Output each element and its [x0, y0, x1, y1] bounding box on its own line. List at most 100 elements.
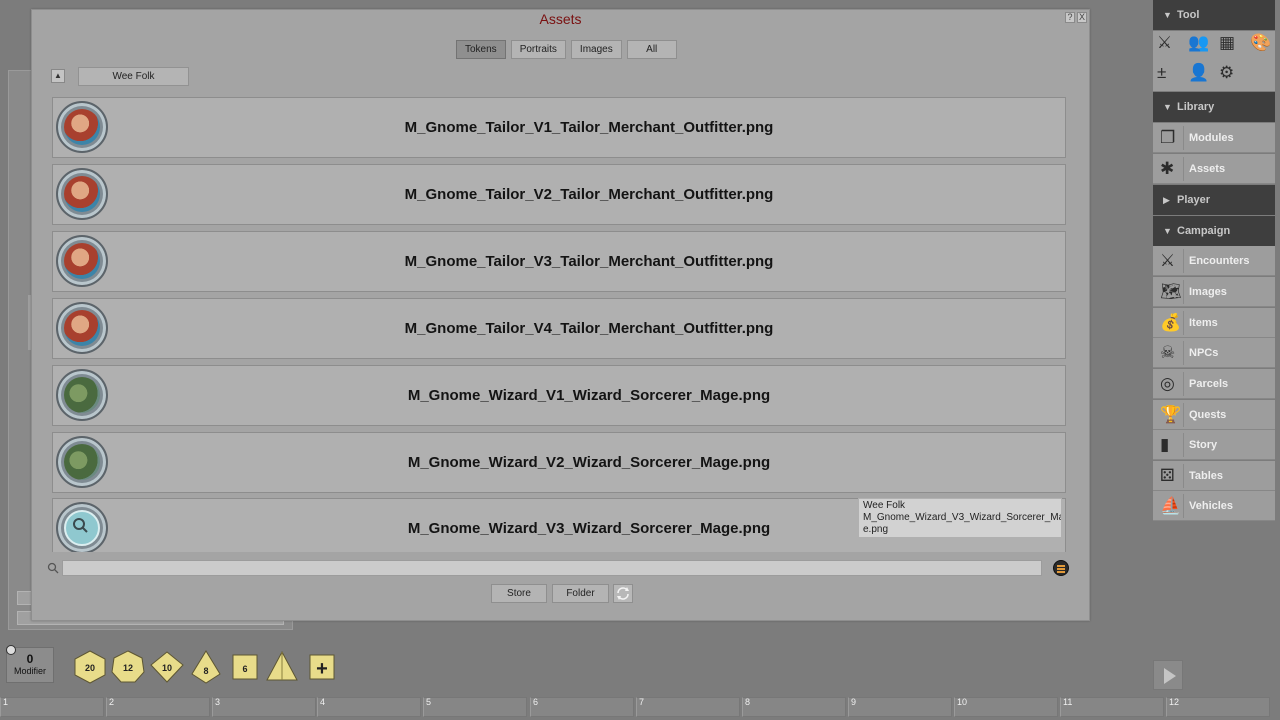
- player-section-header[interactable]: ▶ Player: [1153, 185, 1275, 215]
- modules-icon: ❐: [1156, 126, 1184, 150]
- search-icon: [47, 562, 59, 574]
- token-thumbnail: [56, 502, 108, 552]
- asset-row[interactable]: M_Gnome_Tailor_V1_Tailor_Merchant_Outfit…: [52, 97, 1066, 158]
- sidebar-item-items[interactable]: 💰 Items: [1153, 308, 1275, 338]
- bag-icon: 💰: [1156, 311, 1184, 335]
- hotkey-slot[interactable]: 8: [742, 697, 846, 717]
- hotkey-slot[interactable]: 4: [317, 697, 421, 717]
- hotkey-slot[interactable]: 7: [636, 697, 740, 717]
- token-thumbnail: [56, 101, 108, 153]
- token-thumbnail: [56, 436, 108, 488]
- party-icon[interactable]: 👥: [1184, 31, 1214, 61]
- asset-name: M_Gnome_Tailor_V1_Tailor_Merchant_Outfit…: [404, 119, 774, 136]
- d20-icon[interactable]: 20: [73, 650, 107, 684]
- play-button[interactable]: [1153, 660, 1183, 690]
- asset-name: M_Gnome_Wizard_V2_Wizard_Sorcerer_Mage.p…: [407, 454, 771, 471]
- d4-icon[interactable]: [265, 650, 299, 684]
- coins-icon: ◎: [1156, 372, 1184, 396]
- close-button[interactable]: X: [1077, 12, 1087, 23]
- search-input[interactable]: [62, 560, 1042, 576]
- book-icon: ▮: [1156, 433, 1184, 457]
- palette-icon[interactable]: 🎨: [1246, 31, 1276, 61]
- calendar-icon[interactable]: ▦: [1215, 31, 1245, 61]
- asset-row[interactable]: M_Gnome_Wizard_V1_Wizard_Sorcerer_Mage.p…: [52, 365, 1066, 426]
- hotkey-slot[interactable]: 10: [954, 697, 1058, 717]
- sidebar-item-parcels[interactable]: ◎ Parcels: [1153, 369, 1275, 399]
- sidebar-item-tables[interactable]: ⚄ Tables: [1153, 461, 1275, 491]
- hotkey-number: 2: [109, 697, 115, 707]
- sidebar-item-label: Quests: [1189, 409, 1227, 421]
- hotkey-bar: 1 2 3 4 5 6 7 8 9 10 11 12: [0, 697, 1280, 720]
- tooltip-line: e.png: [863, 524, 889, 535]
- d12-icon[interactable]: 12: [111, 650, 145, 684]
- tool-section-header[interactable]: ▼ Tool: [1153, 0, 1275, 30]
- sidebar-item-quests[interactable]: 🏆 Quests: [1153, 400, 1275, 430]
- hotkey-slot[interactable]: 11: [1060, 697, 1164, 717]
- section-label: Tool: [1177, 9, 1200, 21]
- d6-icon[interactable]: 6: [229, 650, 263, 684]
- puzzle-icon: ✱: [1156, 157, 1184, 181]
- tab-portraits[interactable]: Portraits: [510, 40, 566, 59]
- map-icon: 🗺: [1156, 280, 1184, 304]
- section-label: Player: [1177, 194, 1211, 206]
- sidebar-item-modules[interactable]: ❐ Modules: [1153, 123, 1275, 153]
- chalice-icon: 🏆: [1156, 403, 1184, 427]
- settings-gear-icon[interactable]: [6, 645, 16, 655]
- dice-icon: ⚄: [1156, 464, 1184, 488]
- asset-name: M_Gnome_Tailor_V2_Tailor_Merchant_Outfit…: [404, 186, 774, 203]
- sidebar-item-label: Story: [1189, 439, 1218, 451]
- asset-row[interactable]: M_Gnome_Wizard_V2_Wizard_Sorcerer_Mage.p…: [52, 432, 1066, 493]
- hotkey-number: 7: [639, 697, 645, 707]
- asset-type-tabs: Tokens Portraits Images All: [456, 40, 677, 59]
- tab-tokens[interactable]: Tokens: [456, 40, 506, 59]
- hotkey-number: 9: [851, 697, 857, 707]
- sidebar-item-label: Assets: [1189, 163, 1226, 175]
- hotkey-slot[interactable]: 2: [106, 697, 210, 717]
- hotkey-slot[interactable]: 3: [212, 697, 316, 717]
- folder-path-button[interactable]: Wee Folk: [78, 67, 189, 86]
- tool-grid: ⚔ 👥 ▦ 🎨 ± 👤 ⚙: [1153, 31, 1275, 91]
- assets-window: Assets ? X Tokens Portraits Images All ▲…: [31, 9, 1090, 621]
- hotkey-number: 12: [1169, 697, 1180, 707]
- add-dice-icon[interactable]: +: [305, 650, 339, 684]
- filter-menu-icon[interactable]: [1053, 560, 1069, 576]
- hotkey-slot[interactable]: 1: [0, 697, 104, 717]
- library-section-header[interactable]: ▼ Library: [1153, 92, 1275, 122]
- folder-button[interactable]: Folder: [552, 584, 609, 603]
- store-button[interactable]: Store: [491, 584, 547, 603]
- campaign-section-header[interactable]: ▼ Campaign: [1153, 216, 1275, 246]
- gear-icon[interactable]: ⚙: [1215, 61, 1245, 91]
- sidebar-item-encounters[interactable]: ⚔ Encounters: [1153, 246, 1275, 276]
- sidebar-item-images[interactable]: 🗺 Images: [1153, 277, 1275, 307]
- asset-row[interactable]: M_Gnome_Tailor_V2_Tailor_Merchant_Outfit…: [52, 164, 1066, 225]
- help-button[interactable]: ?: [1065, 12, 1075, 23]
- hotkey-number: 1: [3, 697, 9, 707]
- modifier-label: Modifier: [13, 666, 46, 676]
- tooltip-line: Wee Folk: [863, 500, 906, 511]
- sidebar-item-story[interactable]: ▮ Story: [1153, 430, 1275, 460]
- asset-name: M_Gnome_Wizard_V1_Wizard_Sorcerer_Mage.p…: [407, 387, 771, 404]
- die-label: 20: [85, 663, 95, 673]
- crossed-swords-icon[interactable]: ⚔: [1153, 31, 1183, 61]
- folder-up-button[interactable]: ▲: [51, 69, 65, 83]
- hotkey-number: 8: [745, 697, 751, 707]
- tab-images[interactable]: Images: [570, 40, 622, 59]
- asset-tooltip: Wee Folk M_Gnome_Wizard_V3_Wizard_Sorcer…: [858, 498, 1062, 538]
- add-character-icon[interactable]: 👤: [1184, 61, 1214, 91]
- sidebar-item-assets[interactable]: ✱ Assets: [1153, 154, 1275, 184]
- refresh-icon: [617, 587, 629, 600]
- hotkey-slot[interactable]: 6: [530, 697, 634, 717]
- tab-all[interactable]: All: [626, 40, 677, 59]
- hotkey-slot[interactable]: 9: [848, 697, 952, 717]
- asset-row[interactable]: M_Gnome_Tailor_V3_Tailor_Merchant_Outfit…: [52, 231, 1066, 292]
- hotkey-slot[interactable]: 12: [1166, 697, 1270, 717]
- d10-icon[interactable]: 10: [150, 650, 184, 684]
- section-label: Library: [1177, 101, 1215, 113]
- sidebar-item-vehicles[interactable]: ⛵ Vehicles: [1153, 491, 1275, 521]
- sidebar-item-npcs[interactable]: ☠ NPCs: [1153, 338, 1275, 368]
- refresh-button[interactable]: [613, 584, 633, 603]
- asset-row[interactable]: M_Gnome_Tailor_V4_Tailor_Merchant_Outfit…: [52, 298, 1066, 359]
- hotkey-slot[interactable]: 5: [423, 697, 527, 717]
- modifier-icon[interactable]: ±: [1153, 61, 1183, 91]
- d8-icon[interactable]: 8: [189, 650, 223, 684]
